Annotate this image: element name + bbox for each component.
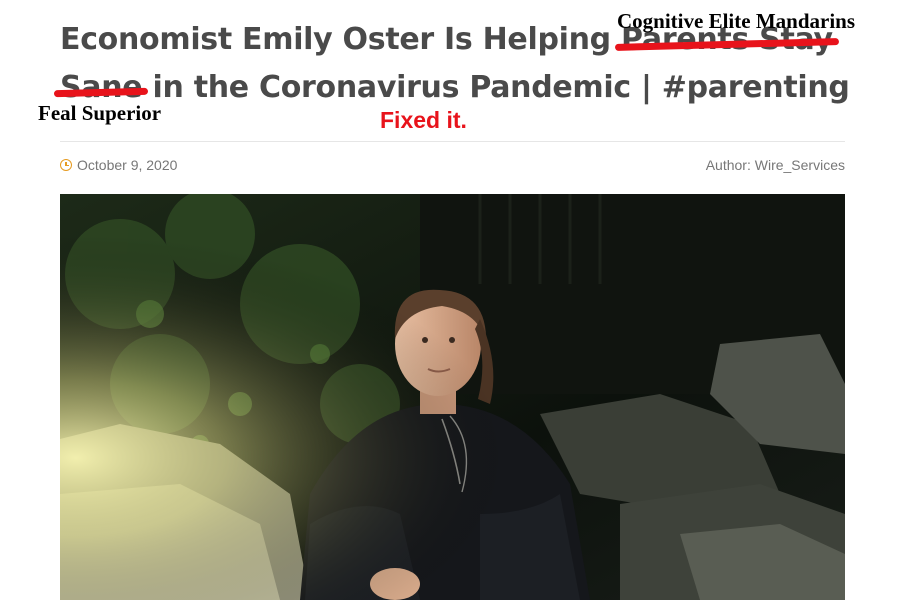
- clock-icon: [60, 159, 72, 171]
- annotation-replacement-top: Cognitive Elite Mandarins: [617, 9, 856, 33]
- title-line-2: Sane in the Coronavirus Pandemic | #pare…: [53, 64, 850, 112]
- annotation-note: Fixed it.: [380, 107, 467, 133]
- post-date: October 9, 2020: [60, 157, 177, 173]
- post-author[interactable]: Author: Wire_Services: [706, 157, 845, 173]
- annotation-replacement-left: Feal Superior: [38, 101, 162, 125]
- divider: [60, 141, 845, 142]
- post-date-text: October 9, 2020: [77, 157, 178, 173]
- article-photo: [60, 194, 845, 600]
- title-prefix: Economist Emily Oster Is Helping: [60, 22, 611, 57]
- title-suffix: in the Coronavirus Pandemic | #parenting: [152, 70, 850, 105]
